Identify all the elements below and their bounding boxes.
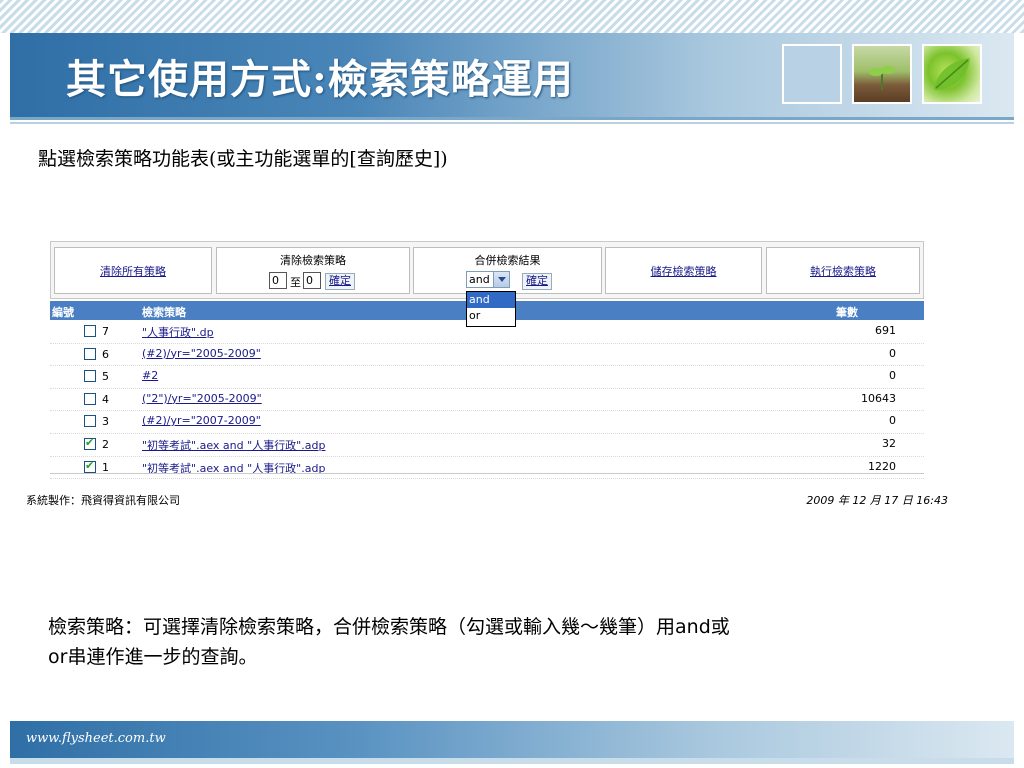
clear-strategy-box: 清除檢索策略 0 至 0 確定 [216,247,410,294]
clear-confirm-button[interactable]: 確定 [325,273,355,290]
merge-results-caption: 合併檢索結果 [474,254,541,267]
row-count: 0 [889,369,896,383]
timestamp: 2009 年 12 月 17 日 16:43 [806,494,948,507]
merge-selected-value: and [469,273,490,286]
description-text-1: 檢索策略：可選擇清除檢索策略，合併檢索策略（勾選或輸入幾～幾筆）用 [48,616,676,638]
table-bottom-border [50,473,924,474]
row-number: 7 [102,325,109,338]
row-checkbox[interactable] [84,459,96,473]
chevron-down-icon[interactable] [493,272,509,287]
save-strategy-link[interactable]: 儲存檢索策略 [606,263,761,279]
execute-strategy-link[interactable]: 執行檢索策略 [767,263,919,279]
merge-confirm-button[interactable]: 確定 [522,273,552,290]
table-row: 1"初等考試".aex and "人事行政".adp1220 [50,457,924,480]
table-row: 6 (#2)/yr="2005-2009" 0 [50,344,924,367]
table-row: 4 ("2")/yr="2005-2009" 10643 [50,389,924,412]
row-checkbox[interactable] [84,415,96,428]
row-count: 691 [875,324,896,337]
clear-to-label: 至 [290,276,301,289]
row-strategy-link[interactable]: "人事行政".dp [142,324,214,340]
clear-to-input[interactable]: 0 [303,272,321,289]
row-strategy-link[interactable]: (#2)/yr="2007-2009" [142,414,261,427]
header-strategy: 檢索策略 [142,306,186,319]
clear-from-input[interactable]: 0 [269,272,287,289]
slide-description: 檢索策略：可選擇清除檢索策略，合併檢索策略（勾選或輸入幾～幾筆）用and或 or… [48,612,978,672]
header-count: 筆數 [836,306,858,319]
row-number: 6 [102,347,109,361]
row-count: 1220 [868,459,896,473]
row-checkbox[interactable] [84,392,96,405]
clear-all-link[interactable]: 清除所有策略 [55,263,211,279]
row-strategy-link[interactable]: #2 [142,369,158,382]
table-row: 5 #2 0 [50,366,924,389]
row-checkbox[interactable] [84,347,96,360]
footer-stripe [10,758,1014,764]
merge-operator-dropdown[interactable]: and or [466,291,516,327]
description-and: and [675,616,711,638]
table-row: 2 "初等考試".aex and "人事行政".adp 32 [50,434,924,457]
footer-url: www.flysheet.com.tw [26,731,166,746]
decor-blank-square [782,44,842,104]
row-count: 32 [882,436,896,450]
row-strategy-link[interactable]: "初等考試".aex and "人事行政".adp [142,437,325,453]
row-number: 4 [102,392,109,406]
row-checkbox[interactable] [84,325,96,337]
top-decor-stripe [0,0,1024,33]
sprout-image-icon [852,44,912,104]
merge-operator-select[interactable]: and [466,271,510,288]
row-checkbox[interactable] [84,436,96,450]
description-text-2: 或 [710,616,730,638]
row-number: 2 [102,437,109,451]
title-bar: 其它使用方式:檢索策略運用 [10,33,1014,117]
leaf-image-icon [922,44,982,104]
row-checkbox[interactable] [84,370,96,383]
clear-all-button[interactable]: 清除所有策略 [54,247,212,294]
row-count: 10643 [861,391,896,405]
save-strategy-button[interactable]: 儲存檢索策略 [605,247,762,294]
row-count: 0 [889,414,896,428]
description-text-3: 串連作進一步的查詢。 [67,646,258,668]
strategy-table-body: 7 "人事行政".dp 691 6 (#2)/yr="2005-2009" 0 5 #2 0 4 (… [50,321,924,480]
slide-title: 其它使用方式:檢索策略運用 [66,56,574,103]
system-credit: 系統製作：飛資得資訊有限公司 [26,494,180,507]
footer-bar: www.flysheet.com.tw [10,721,1014,758]
row-strategy-link[interactable]: ("2")/yr="2005-2009" [142,392,262,405]
title-underline [10,117,1014,127]
row-number: 5 [102,370,109,384]
dropdown-option-or[interactable]: or [467,308,515,324]
search-history-panel: 清除所有策略 清除檢索策略 0 至 0 確定 合併檢索結果 確定 儲存檢索策略 … [50,241,924,480]
row-number: 3 [102,415,109,429]
row-number: 1 [102,460,109,474]
slide-subtitle: 點選檢索策略功能表(或主功能選單的[查詢歷史]) [38,148,448,170]
row-strategy-link[interactable]: (#2)/yr="2005-2009" [142,347,261,360]
execute-strategy-button[interactable]: 執行檢索策略 [766,247,920,294]
header-no: 編號 [52,306,74,319]
description-or: or [48,646,68,668]
table-row: 3 (#2)/yr="2007-2009" 0 [50,411,924,434]
dropdown-option-and[interactable]: and [467,292,515,308]
clear-strategy-caption: 清除檢索策略 [280,254,346,267]
row-count: 0 [889,346,896,360]
